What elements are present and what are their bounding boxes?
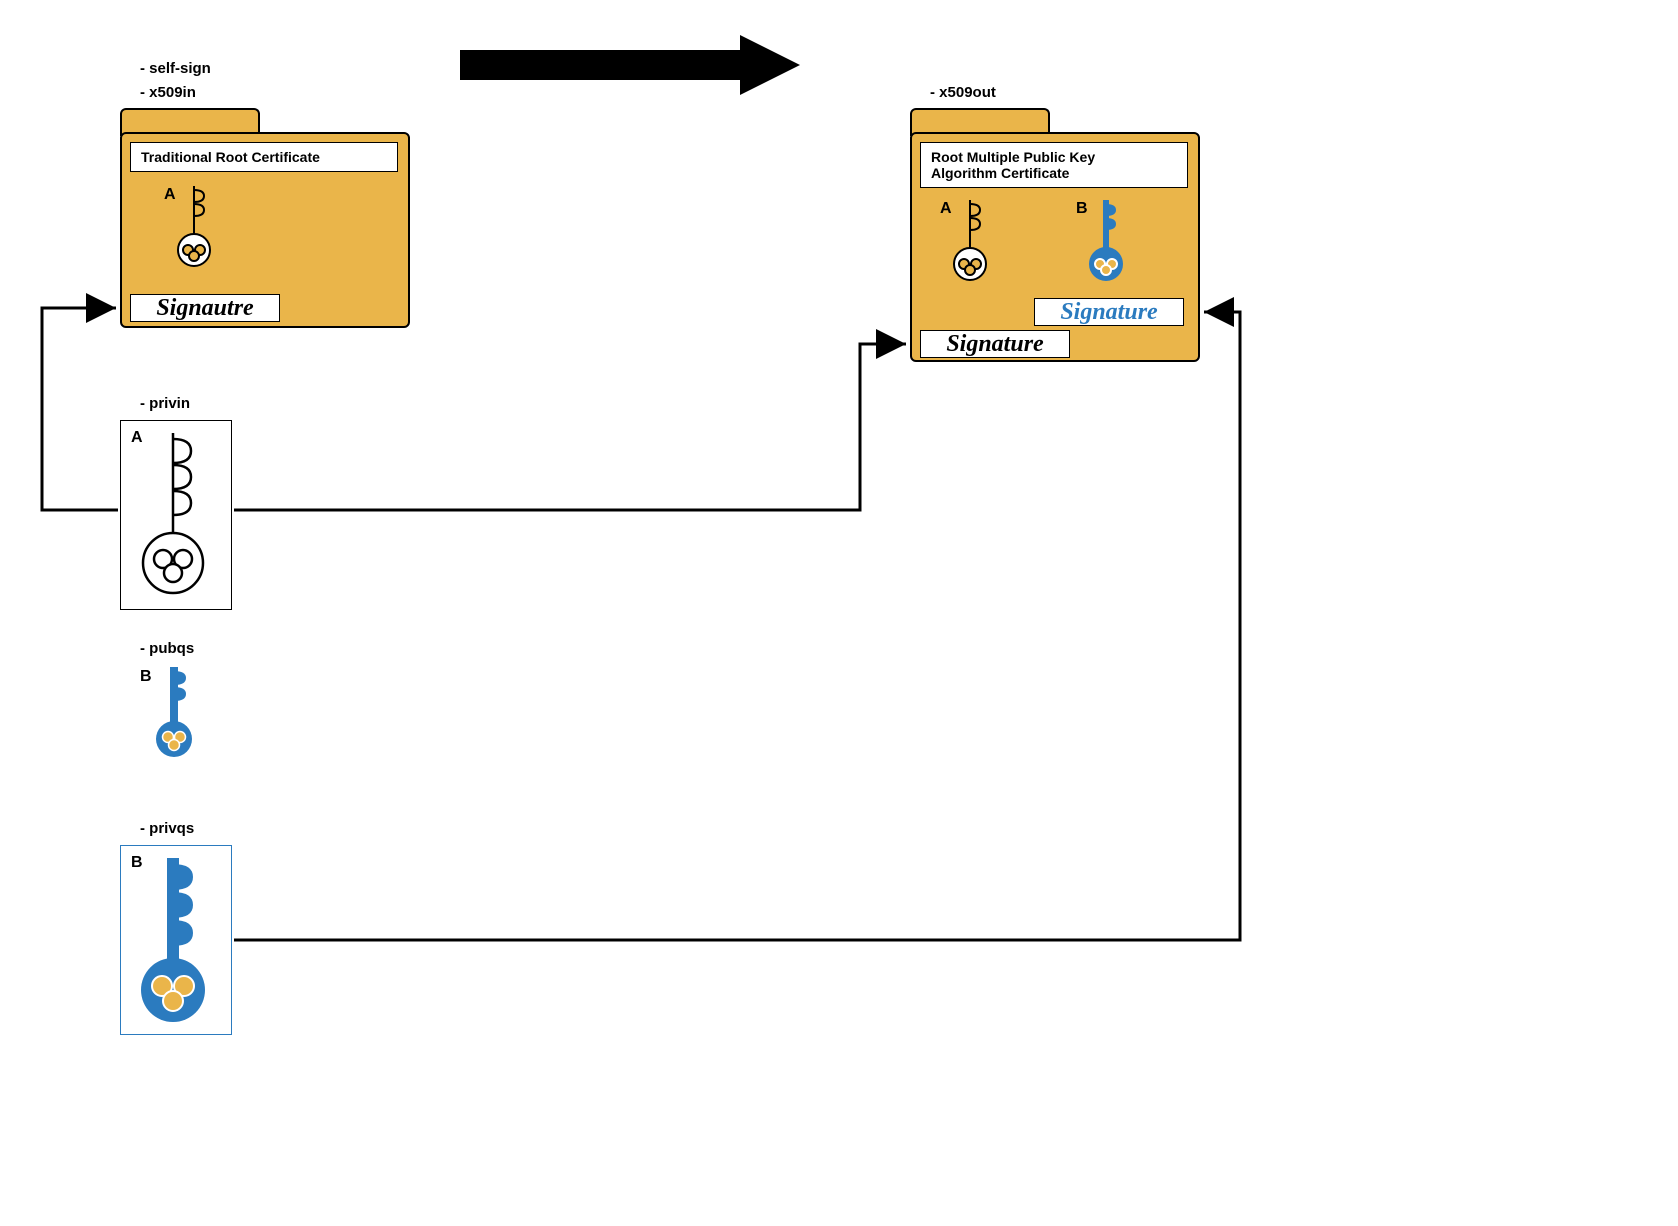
left-cert-key-a-label: A — [164, 186, 176, 204]
label-x509in: - x509in — [140, 84, 196, 101]
mpka-cert-title-line2: Algorithm Certificate — [931, 165, 1069, 181]
right-cert-key-b-label: B — [1076, 200, 1088, 218]
privqs-key-label: B — [131, 854, 143, 872]
mpka-cert-folder: Root Multiple Public Key Algorithm Certi… — [910, 108, 1200, 362]
right-cert-signature-black: Signature — [920, 330, 1070, 358]
privin-key-box: A — [120, 420, 232, 610]
privin-key-label: A — [131, 429, 143, 447]
right-cert-signature-blue: Signature — [1034, 298, 1184, 326]
right-cert-key-a-label: A — [940, 200, 952, 218]
pubqs-key-label: B — [140, 668, 152, 686]
right-cert-signature-black-text: Signature — [946, 331, 1043, 358]
right-cert-signature-blue-text: Signature — [1060, 299, 1157, 326]
traditional-root-cert-folder: Traditional Root Certificate A Signautre — [120, 108, 410, 328]
label-privqs: - privqs — [140, 820, 194, 837]
privqs-key-icon — [151, 856, 221, 1031]
privqs-key-box: B — [120, 845, 232, 1035]
right-cert-key-b-icon — [1094, 198, 1128, 288]
traditional-root-title: Traditional Root Certificate — [130, 142, 398, 172]
label-x509out: - x509out — [930, 84, 996, 101]
left-cert-signature-text: Signautre — [156, 295, 253, 322]
label-pubqs: - pubqs — [140, 640, 194, 657]
label-privin: - privin — [140, 395, 190, 412]
label-self-sign: - self-sign — [140, 60, 211, 77]
left-cert-signature: Signautre — [130, 294, 280, 322]
diagram-canvas: - self-sign - x509in - x509out Tradition… — [0, 0, 1678, 1226]
left-cert-key-a-icon — [182, 184, 216, 274]
traditional-root-title-text: Traditional Root Certificate — [141, 149, 320, 165]
right-cert-key-a-icon — [958, 198, 992, 288]
privin-key-icon — [151, 431, 221, 606]
pubqs-key-icon — [160, 665, 200, 765]
mpka-cert-title-line1: Root Multiple Public Key — [931, 149, 1095, 165]
mpka-cert-title: Root Multiple Public Key Algorithm Certi… — [920, 142, 1188, 188]
